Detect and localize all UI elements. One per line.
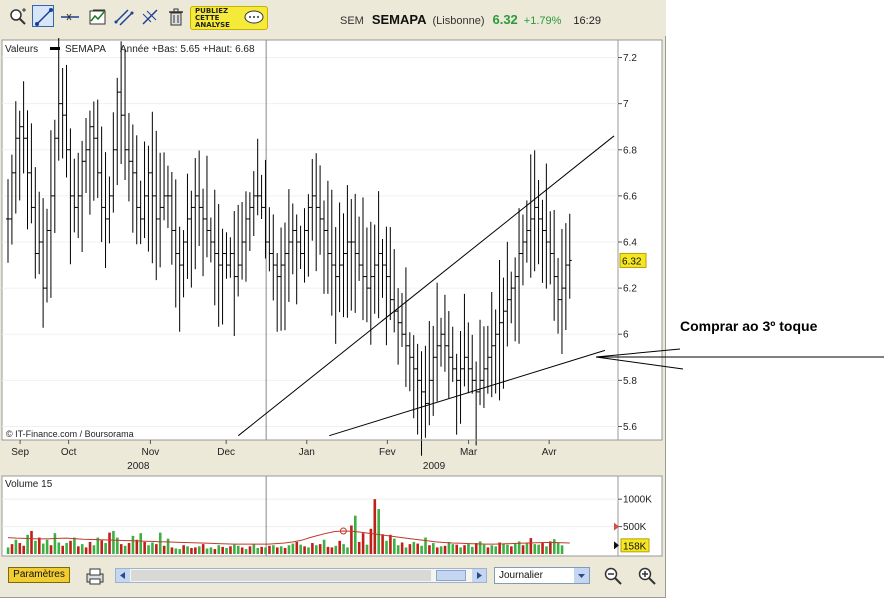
annotation-line-upper [595, 348, 681, 358]
annotation-overlay [595, 348, 884, 370]
annotation-line-lower [595, 356, 684, 370]
